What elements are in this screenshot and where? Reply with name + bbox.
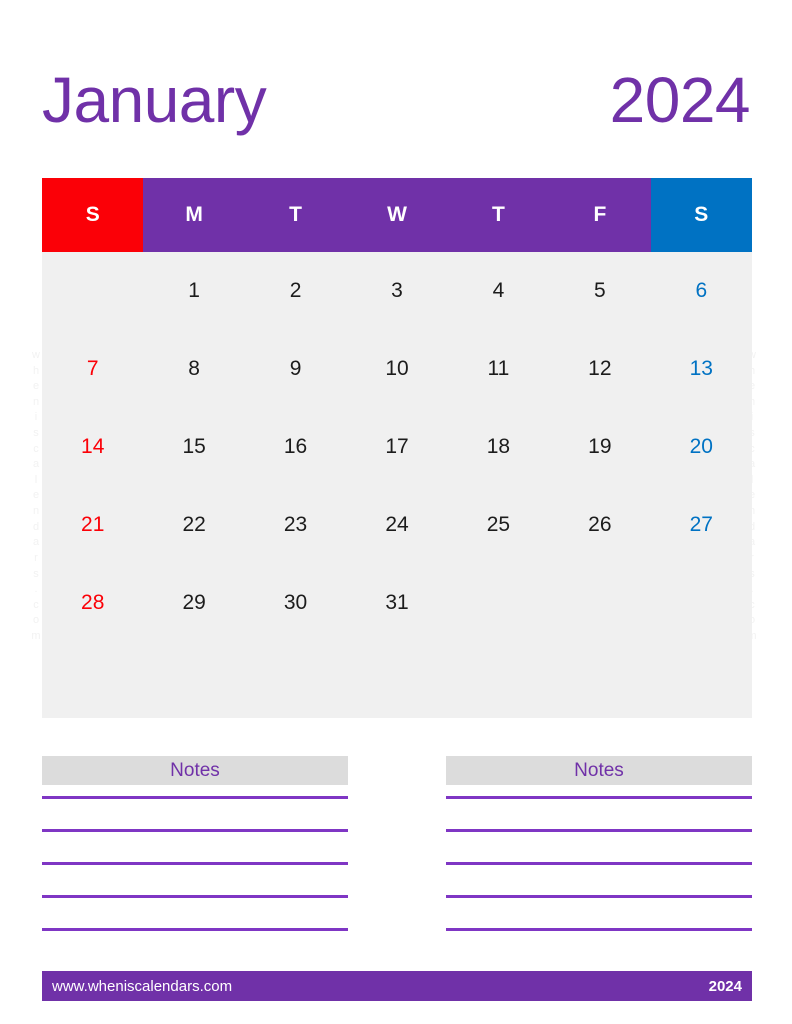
calendar-day-cell[interactable]: 14 <box>42 408 143 486</box>
calendar-day-cell[interactable]: 16 <box>245 408 346 486</box>
notes-lines-left <box>42 796 348 931</box>
page-title: January 2024 <box>42 52 751 148</box>
calendar-day-cell[interactable]: 15 <box>143 408 244 486</box>
calendar-day-cell[interactable]: 29 <box>143 564 244 642</box>
footer-bar: www.wheniscalendars.com 2024 <box>42 971 752 1001</box>
notes-write-line[interactable] <box>42 928 348 931</box>
calendar-day-cell[interactable]: 28 <box>42 564 143 642</box>
notes-title-right: Notes <box>446 756 752 785</box>
weekday-header-1: M <box>143 178 245 252</box>
notes-title-left: Notes <box>42 756 348 785</box>
notes-write-line[interactable] <box>42 895 348 898</box>
calendar-weekday-header-row: SMTWTFS <box>42 178 752 252</box>
weekday-header-0: S <box>42 178 144 252</box>
calendar-day-cell[interactable]: 31 <box>346 564 447 642</box>
calendar-day-cell[interactable]: 23 <box>245 486 346 564</box>
calendar-day-cell[interactable]: 11 <box>448 330 549 408</box>
notes-write-line[interactable] <box>446 829 752 832</box>
calendar-day-cell[interactable]: 9 <box>245 330 346 408</box>
calendar-day-cell[interactable]: 19 <box>549 408 650 486</box>
calendar-day-cell[interactable]: 2 <box>245 252 346 330</box>
notes-write-line[interactable] <box>446 862 752 865</box>
footer-year-label: 2024 <box>708 977 742 995</box>
notes-lines-right <box>446 796 752 931</box>
calendar-day-cell[interactable]: 10 <box>346 330 447 408</box>
weekday-header-2: T <box>244 178 347 252</box>
weekday-header-3: W <box>346 178 448 252</box>
calendar-day-cell[interactable]: 1 <box>143 252 244 330</box>
notes-area: Notes Notes <box>42 756 752 931</box>
calendar-day-cell[interactable]: 6 <box>651 252 752 330</box>
footer-website-link[interactable]: www.wheniscalendars.com <box>52 978 232 995</box>
calendar-empty-cell <box>448 564 549 642</box>
calendar-day-cell[interactable]: 30 <box>245 564 346 642</box>
calendar-day-cell[interactable]: 22 <box>143 486 244 564</box>
calendar-day-cell[interactable]: 8 <box>143 330 244 408</box>
notes-write-line[interactable] <box>42 862 348 865</box>
calendar-grid: SMTWTFS 1 2 3 4 5 6 7 8 9 10 11 12 13 14 15 16 17 18 19 20 2… <box>42 178 752 718</box>
calendar-day-cell[interactable]: 20 <box>651 408 752 486</box>
notes-write-line[interactable] <box>446 928 752 931</box>
weekday-header-5: F <box>549 178 651 252</box>
notes-write-line[interactable] <box>446 796 752 799</box>
weekday-header-4: T <box>447 178 550 252</box>
calendar-empty-cell <box>549 564 650 642</box>
calendar-day-cell[interactable]: 12 <box>549 330 650 408</box>
weekday-header-6: S <box>650 178 752 252</box>
month-label: January <box>42 64 267 136</box>
calendar-day-cell[interactable]: 25 <box>448 486 549 564</box>
calendar-day-grid: 1 2 3 4 5 6 7 8 9 10 11 12 13 14 15 16 17 18 19 20 21 22 23 24 2… <box>42 252 752 718</box>
calendar-day-cell[interactable]: 7 <box>42 330 143 408</box>
year-label: 2024 <box>609 64 751 136</box>
calendar-day-cell[interactable]: 5 <box>549 252 650 330</box>
calendar-empty-cell <box>651 564 752 642</box>
calendar-day-cell[interactable]: 13 <box>651 330 752 408</box>
notes-write-line[interactable] <box>42 796 348 799</box>
calendar-day-cell[interactable]: 26 <box>549 486 650 564</box>
calendar-day-cell[interactable]: 4 <box>448 252 549 330</box>
notes-block-right: Notes <box>446 756 752 931</box>
calendar-day-cell[interactable]: 3 <box>346 252 447 330</box>
calendar-day-cell[interactable]: 18 <box>448 408 549 486</box>
calendar-day-cell[interactable]: 24 <box>346 486 447 564</box>
calendar-day-cell[interactable]: 21 <box>42 486 143 564</box>
calendar-empty-cell <box>42 252 143 330</box>
calendar-day-cell[interactable]: 17 <box>346 408 447 486</box>
notes-write-line[interactable] <box>42 829 348 832</box>
calendar-day-cell[interactable]: 27 <box>651 486 752 564</box>
notes-write-line[interactable] <box>446 895 752 898</box>
notes-block-left: Notes <box>42 756 348 931</box>
